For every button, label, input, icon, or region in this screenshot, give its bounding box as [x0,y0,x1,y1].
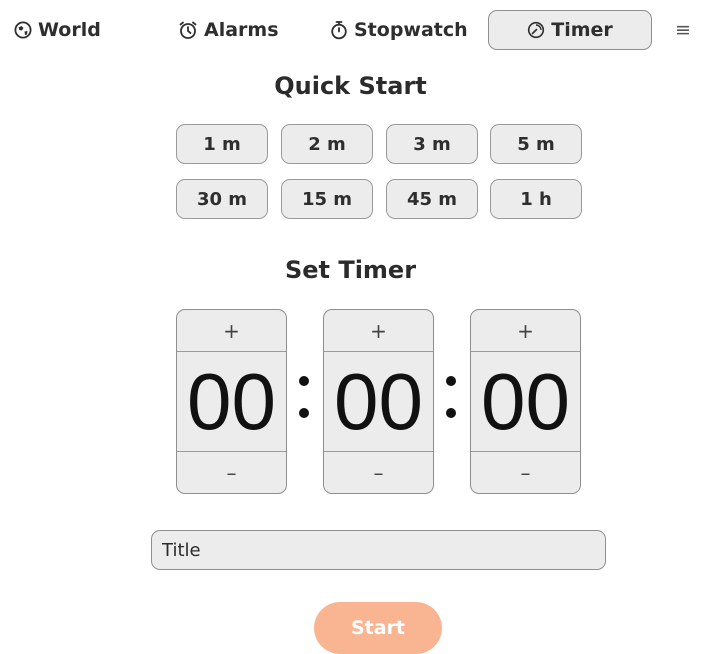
quick-start-45m-button[interactable]: 45 m [386,179,478,219]
quick-start-30m-button[interactable]: 30 m [176,179,268,219]
tab-timer[interactable]: Timer [488,10,652,50]
tab-world-label: World [38,19,101,41]
tab-stopwatch[interactable]: Stopwatch [330,14,468,46]
start-button[interactable]: Start [314,602,442,654]
hours-decrement-button[interactable]: – [177,451,286,493]
seconds-value[interactable]: 00 [471,352,580,452]
set-timer-heading: Set Timer [284,256,417,284]
quick-start-2m-button[interactable]: 2 m [281,124,373,164]
tab-world[interactable]: World [14,14,101,46]
quick-start-1m-button[interactable]: 1 m [176,124,268,164]
stopwatch-icon [330,20,348,40]
timer-icon [527,21,545,39]
alarm-clock-icon [178,20,198,40]
tab-stopwatch-label: Stopwatch [354,19,468,41]
timer-title-input[interactable] [151,530,606,570]
quick-start-heading: Quick Start [274,72,427,100]
quick-start-15m-button[interactable]: 15 m [281,179,373,219]
hours-increment-button[interactable]: + [177,310,286,352]
tab-alarms[interactable]: Alarms [178,14,279,46]
hamburger-menu-icon[interactable]: ≡ [672,16,694,44]
tab-timer-label: Timer [551,19,613,41]
quick-start-5m-button[interactable]: 5 m [490,124,582,164]
time-separator [446,372,456,422]
seconds-decrement-button[interactable]: – [471,451,580,493]
time-separator [299,372,309,422]
quick-start-3m-button[interactable]: 3 m [386,124,478,164]
minutes-spinner: + 00 – [323,309,434,494]
globe-icon [14,21,32,39]
hours-spinner: + 00 – [176,309,287,494]
quick-start-1h-button[interactable]: 1 h [490,179,582,219]
hours-value[interactable]: 00 [177,352,286,452]
minutes-value[interactable]: 00 [324,352,433,452]
seconds-spinner: + 00 – [470,309,581,494]
minutes-increment-button[interactable]: + [324,310,433,352]
tab-alarms-label: Alarms [204,19,279,41]
seconds-increment-button[interactable]: + [471,310,580,352]
minutes-decrement-button[interactable]: – [324,451,433,493]
